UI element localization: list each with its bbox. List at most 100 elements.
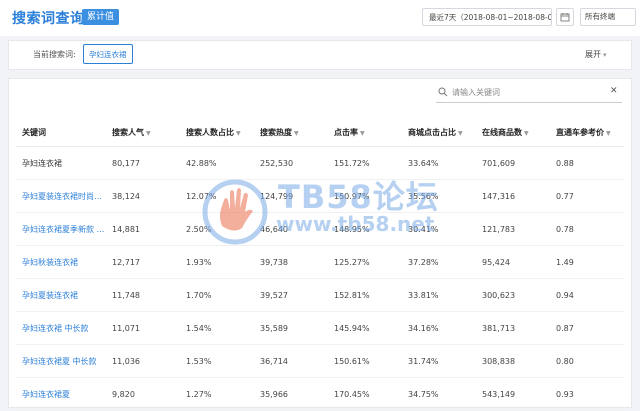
filter-panel: 当前搜索词: 孕妇连衣裙 展开 ▾ xyxy=(8,40,632,70)
table-row: 孕妇连衣裙夏 中长款 11,036 1.53% 36,714 150.61% 3… xyxy=(16,344,624,378)
date-range-picker[interactable]: 最近7天（2018-08-01~2018-08-07） xyxy=(422,8,552,26)
device-select[interactable]: 所有终端 xyxy=(580,8,636,26)
column-header[interactable]: 搜索人数占比 ▼ xyxy=(180,118,254,147)
sort-icon[interactable]: ▼ xyxy=(294,130,299,137)
table-cell: 35,966 xyxy=(254,377,328,411)
table-cell: 33.81% xyxy=(402,278,476,312)
table-cell: 46,640 xyxy=(254,212,328,246)
table-header-row: 关键词 搜索人气 ▼ 搜索人数占比 ▼ 搜索热度 ▼ 点击率 ▼ 商城点击占比 ▼ 在线商… xyxy=(16,118,624,147)
sort-icon[interactable]: ▼ xyxy=(524,130,529,137)
search-input[interactable] xyxy=(452,85,602,99)
keyword-link[interactable]: 孕妇连衣裙 中长款 xyxy=(16,311,106,345)
table-cell: 39,527 xyxy=(254,278,328,312)
table-cell: 252,530 xyxy=(254,146,328,180)
column-header[interactable]: 搜索人气 ▼ xyxy=(106,118,180,147)
sort-icon[interactable]: ▼ xyxy=(360,130,365,137)
keyword-table: 关键词 搜索人气 ▼ 搜索人数占比 ▼ 搜索热度 ▼ 点击率 ▼ 商城点击占比 ▼ 在线商… xyxy=(16,118,624,411)
table-cell: 11,071 xyxy=(106,311,180,345)
table-cell: 35,589 xyxy=(254,311,328,345)
table-cell: 145.94% xyxy=(328,311,402,345)
table-cell: 300,623 xyxy=(476,278,550,312)
table-cell: 0.87 xyxy=(550,311,624,345)
calendar-icon xyxy=(560,13,570,22)
keyword-link[interactable]: 孕妇连衣裙夏季新款 2... xyxy=(16,212,106,246)
cumulative-badge: 累计值 xyxy=(82,9,120,25)
table-row: 孕妇连衣裙 80,177 42.88% 252,530 151.72% 33.6… xyxy=(16,146,624,180)
table-cell: 701,609 xyxy=(476,146,550,180)
table-cell: 0.94 xyxy=(550,278,624,312)
table-row: 孕妇连衣裙夏季新款 2... 14,881 2.50% 46,640 148.9… xyxy=(16,212,624,246)
keyword-link[interactable]: 孕妇连衣裙夏 xyxy=(16,377,106,411)
table-cell: 0.80 xyxy=(550,344,624,378)
table-cell: 1.27% xyxy=(180,377,254,411)
column-header[interactable]: 点击率 ▼ xyxy=(328,118,402,147)
table-cell: 0.78 xyxy=(550,212,624,246)
table-cell: 0.93 xyxy=(550,377,624,411)
table-cell: 1.53% xyxy=(180,344,254,378)
table-cell: 543,149 xyxy=(476,377,550,411)
keyword-link[interactable]: 孕妇连衣裙夏 中长款 xyxy=(16,344,106,378)
table-cell: 151.72% xyxy=(328,146,402,180)
table-cell: 170.45% xyxy=(328,377,402,411)
table-cell: 36,714 xyxy=(254,344,328,378)
table-cell: 381,713 xyxy=(476,311,550,345)
current-keyword-chip[interactable]: 孕妇连衣裙 xyxy=(83,44,133,64)
search-icon xyxy=(438,87,448,97)
keyword-link[interactable]: 孕妇夏装连衣裙时尚款... xyxy=(16,179,106,213)
table-row: 孕妇秋装连衣裙 12,717 1.93% 39,738 125.27% 37.2… xyxy=(16,245,624,279)
table-cell: 1.93% xyxy=(180,245,254,279)
table-cell: 125.27% xyxy=(328,245,402,279)
table-cell: 2.50% xyxy=(180,212,254,246)
table-cell: 148.95% xyxy=(328,212,402,246)
expand-label: 展开 xyxy=(585,50,601,59)
column-header[interactable]: 商城点击占比 ▼ xyxy=(402,118,476,147)
table-cell: 9,820 xyxy=(106,377,180,411)
page-title: 搜索词查询 xyxy=(12,11,85,27)
table-cell: 150.61% xyxy=(328,344,402,378)
table-cell: 38,124 xyxy=(106,179,180,213)
table-cell: 11,748 xyxy=(106,278,180,312)
keyword-cell: 孕妇连衣裙 xyxy=(16,146,106,180)
table-cell: 1.49 xyxy=(550,245,624,279)
table-cell: 152.81% xyxy=(328,278,402,312)
table-cell: 121,783 xyxy=(476,212,550,246)
table-cell: 37.28% xyxy=(402,245,476,279)
sort-icon[interactable]: ▼ xyxy=(236,130,241,137)
table-cell: 42.88% xyxy=(180,146,254,180)
table-cell: 1.54% xyxy=(180,311,254,345)
column-header[interactable]: 搜索热度 ▼ xyxy=(254,118,328,147)
table-cell: 30.41% xyxy=(402,212,476,246)
table-cell: 31.74% xyxy=(402,344,476,378)
column-header: 关键词 xyxy=(16,118,106,147)
table-cell: 0.77 xyxy=(550,179,624,213)
filter-label: 当前搜索词: xyxy=(33,50,76,59)
sort-icon[interactable]: ▼ xyxy=(146,130,151,137)
table-cell: 95,424 xyxy=(476,245,550,279)
table-cell: 0.88 xyxy=(550,146,624,180)
table-row: 孕妇连衣裙夏 9,820 1.27% 35,966 170.45% 34.75%… xyxy=(16,377,624,411)
column-header[interactable]: 直通车参考价 ▼ xyxy=(550,118,624,147)
table-cell: 33.64% xyxy=(402,146,476,180)
calendar-button[interactable] xyxy=(556,8,574,26)
table-cell: 308,838 xyxy=(476,344,550,378)
top-bar: 搜索词查询 累计值 最近7天（2018-08-01~2018-08-07） 所有… xyxy=(0,0,640,36)
keyword-link[interactable]: 孕妇夏装连衣裙 xyxy=(16,278,106,312)
sort-icon[interactable]: ▼ xyxy=(606,130,611,137)
column-header[interactable]: 在线商品数 ▼ xyxy=(476,118,550,147)
table-cell: 11,036 xyxy=(106,344,180,378)
keyword-link[interactable]: 孕妇秋装连衣裙 xyxy=(16,245,106,279)
table-row: 孕妇夏装连衣裙 11,748 1.70% 39,527 152.81% 33.8… xyxy=(16,278,624,312)
table-cell: 35.56% xyxy=(402,179,476,213)
table-cell: 150.97% xyxy=(328,179,402,213)
keyword-search: ✕ xyxy=(436,84,622,103)
table-cell: 147,316 xyxy=(476,179,550,213)
table-cell: 34.16% xyxy=(402,311,476,345)
table-cell: 80,177 xyxy=(106,146,180,180)
table-row: 孕妇夏装连衣裙时尚款... 38,124 12.07% 124,799 150.… xyxy=(16,179,624,213)
table-cell: 39,738 xyxy=(254,245,328,279)
expand-toggle[interactable]: 展开 ▾ xyxy=(585,49,607,60)
clear-icon[interactable]: ✕ xyxy=(610,86,618,96)
table-cell: 14,881 xyxy=(106,212,180,246)
table-cell: 1.70% xyxy=(180,278,254,312)
sort-icon[interactable]: ▼ xyxy=(458,130,463,137)
